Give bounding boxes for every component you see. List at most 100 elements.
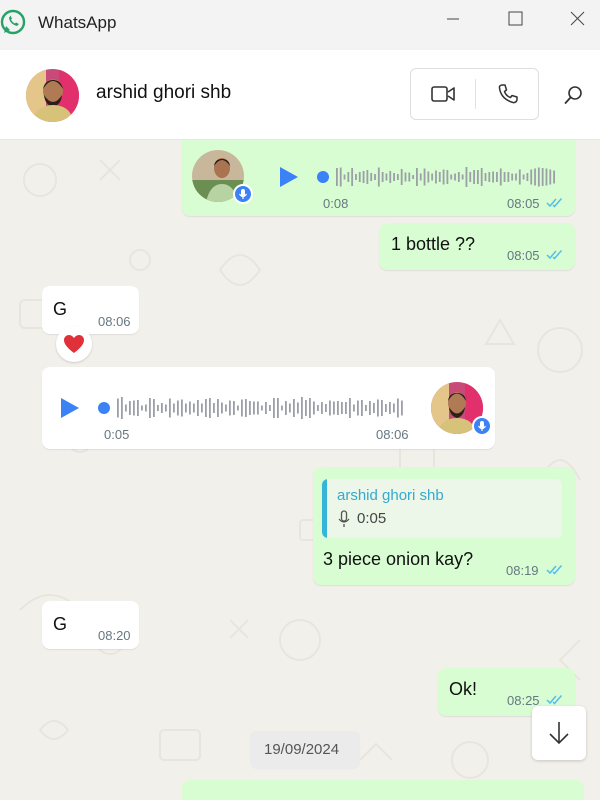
waveform-bar	[496, 172, 498, 182]
waveform-bar	[419, 173, 422, 181]
waveform-bar	[553, 170, 555, 184]
message-text: 1 bottle ??	[391, 234, 476, 254]
waveform-bar	[518, 169, 521, 185]
waveform-bar	[145, 404, 147, 412]
waveform-bar	[522, 174, 525, 180]
maximize-icon[interactable]	[500, 8, 530, 30]
waveform-bar	[321, 402, 323, 414]
waveform-bar	[492, 171, 495, 183]
minimize-icon[interactable]	[438, 8, 468, 30]
waveform-bar	[442, 169, 445, 185]
waveform-bar	[349, 398, 351, 418]
video-call-icon[interactable]	[430, 84, 456, 104]
play-icon[interactable]	[278, 165, 300, 189]
waveform-bar	[435, 170, 437, 184]
mic-icon	[472, 416, 492, 436]
waveform[interactable]	[316, 166, 561, 188]
waveform-bar	[431, 173, 434, 181]
mic-icon	[338, 510, 350, 527]
waveform-bar	[317, 405, 319, 411]
search-icon[interactable]	[563, 85, 585, 107]
date-separator: 19/09/2024	[250, 731, 360, 769]
waveform-bar	[366, 170, 369, 184]
arrow-down-icon	[549, 722, 569, 745]
waveform-bar	[511, 173, 514, 181]
waveform-bar	[205, 399, 207, 417]
waveform-bar	[233, 401, 235, 415]
close-icon[interactable]	[562, 8, 592, 30]
waveform-bar	[499, 168, 502, 186]
waveform-bar	[370, 173, 373, 181]
waveform-bar	[357, 400, 359, 416]
contact-avatar[interactable]	[26, 69, 79, 122]
waveform-bar	[361, 400, 363, 416]
waveform-bar	[245, 399, 247, 417]
read-ticks-icon	[546, 198, 563, 208]
waveform-bar	[257, 401, 259, 415]
contact-name[interactable]: arshid ghori shb	[96, 82, 231, 104]
scroll-to-bottom-button[interactable]	[532, 706, 586, 760]
waveform-bar	[377, 167, 380, 187]
waveform-bar	[325, 404, 327, 412]
waveform-bar	[480, 168, 483, 186]
waveform-bar	[305, 400, 307, 416]
date-label: 19/09/2024	[264, 741, 340, 758]
waveform-bar	[389, 171, 392, 183]
message-text: Ok!	[449, 679, 478, 699]
waveform-bar	[488, 172, 491, 182]
waveform-bar	[385, 404, 387, 412]
waveform-bar	[277, 398, 279, 418]
reaction-badge[interactable]	[56, 326, 92, 362]
waveform-bar	[365, 405, 367, 411]
waveform-bar	[362, 171, 365, 183]
waveform-bar	[197, 400, 199, 416]
voice-duration: 0:08	[323, 196, 349, 211]
message-text: G	[53, 614, 68, 634]
waveform-bar	[545, 168, 548, 186]
quoted-message[interactable]: arshid ghori shb 0:05	[322, 479, 562, 538]
waveform-bar	[345, 402, 347, 414]
waveform-bar	[446, 170, 449, 184]
waveform-bar	[358, 172, 361, 182]
waveform-bar	[534, 168, 536, 186]
playhead[interactable]	[317, 171, 329, 183]
waveform-bar	[369, 401, 371, 415]
waveform-bar	[157, 405, 159, 411]
waveform-bar	[261, 405, 263, 411]
waveform-bar	[181, 399, 183, 417]
waveform-bar	[289, 403, 291, 413]
waveform-bar	[507, 172, 510, 182]
message-partial[interactable]	[182, 780, 584, 800]
message-time: 08:19	[506, 563, 539, 578]
waveform-bar	[385, 173, 388, 181]
play-icon[interactable]	[59, 396, 81, 420]
waveform-bar	[241, 399, 243, 417]
message-time: 08:20	[98, 628, 131, 643]
waveform-bar	[400, 169, 403, 185]
waveform-bar	[285, 401, 287, 415]
waveform-bar	[269, 405, 271, 411]
waveform-bar	[355, 174, 357, 180]
waveform-bar	[412, 175, 415, 179]
waveform-bar	[309, 398, 311, 418]
read-ticks-icon	[546, 565, 563, 575]
waveform-bar	[373, 403, 375, 413]
waveform-bar	[337, 401, 339, 415]
waveform-bar	[541, 168, 544, 186]
waveform-bar	[381, 400, 383, 416]
waveform-bar	[476, 170, 479, 184]
waveform-bar	[133, 400, 135, 416]
waveform[interactable]	[97, 396, 409, 420]
waveform-bar	[301, 397, 303, 419]
mic-icon	[233, 184, 253, 204]
waveform-bar	[129, 401, 131, 415]
waveform-bar	[549, 169, 552, 185]
waveform-bar	[273, 398, 275, 418]
waveform-bar	[393, 403, 395, 413]
waveform-bar	[353, 404, 355, 412]
message-time: 08:06	[98, 314, 131, 329]
message-time: 08:05	[507, 196, 540, 211]
voice-call-icon[interactable]	[496, 82, 520, 106]
playhead[interactable]	[98, 402, 110, 414]
waveform-bar	[201, 403, 203, 413]
